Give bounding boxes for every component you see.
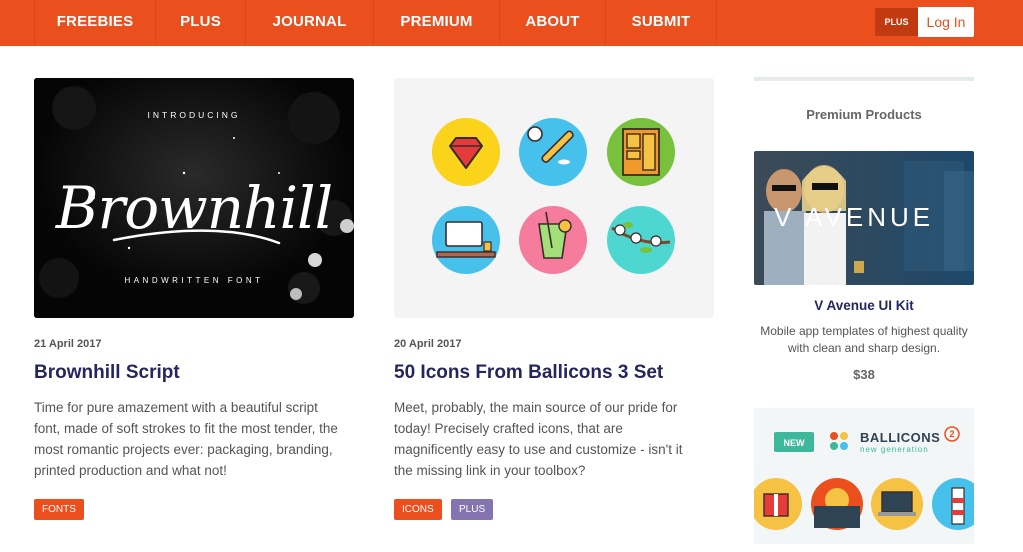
nav-premium[interactable]: PREMIUM [373,0,499,46]
post-date: 21 April 2017 [34,338,102,350]
v-avenue-artwork: V AVENUE [754,151,974,285]
laptop-icon [871,478,923,530]
post-title[interactable]: 50 Icons From Ballicons 3 Set [394,362,663,384]
computer-desk-icon [432,206,500,274]
nav-plus[interactable]: PLUS [155,0,245,46]
brownhill-artwork: INTRODUCING Brownhill HANDWRITTEN FONT [34,78,354,318]
sidebar-heading: Premium Products [806,107,922,122]
flower-branch-icon [607,206,675,274]
new-badge: NEW [784,438,806,448]
product-description: Mobile app templates of highest quality … [760,324,968,355]
nav-freebies[interactable]: FREEBIES [34,0,155,46]
post-description: Time for pure amazement with a beautiful… [34,400,338,478]
post-date: 20 April 2017 [394,338,462,350]
sidebar-divider [754,77,974,81]
brownhill-intro-text: INTRODUCING [148,110,241,120]
v-avenue-thumbnail[interactable]: V AVENUE [754,151,974,285]
brownhill-thumbnail[interactable]: INTRODUCING Brownhill HANDWRITTEN FONT [34,78,354,318]
v-avenue-logo-text: V AVENUE [774,202,934,232]
tag-plus[interactable]: PLUS [451,499,494,520]
login-button[interactable]: Log In [918,7,974,37]
baseball-icon [519,118,587,186]
nav-submit[interactable]: SUBMIT [605,0,717,46]
post-title[interactable]: Brownhill Script [34,362,180,384]
diamond-icon [432,118,500,186]
post-description: Meet, probably, the main source of our p… [394,400,683,478]
brownhill-subtitle-text: HANDWRITTEN FONT [124,276,263,285]
tag-fonts[interactable]: FONTS [34,499,84,520]
ballicons-brand-text: BALLICONS [860,430,940,445]
product-price: $38 [853,367,875,382]
sunset-city-icon [811,478,863,530]
ballicons-2-artwork: NEW BALLICONS new generation 2 [754,408,974,544]
brownhill-script-text: Brownhill [55,174,332,242]
plus-badge[interactable]: PLUS [875,8,918,36]
top-navbar: FREEBIES PLUS JOURNAL PREMIUM ABOUT SUBM… [0,0,1023,46]
tag-icons[interactable]: ICONS [394,499,442,520]
cabinet-icon [607,118,675,186]
ballicons-artwork [432,118,675,274]
ballicons-subtitle-text: new generation [860,445,929,454]
ballicons-number: 2 [949,429,954,439]
product-name[interactable]: V Avenue UI Kit [754,298,974,313]
cocktail-icon [519,206,587,274]
ballicons-thumbnail[interactable] [394,78,714,318]
nav-about[interactable]: ABOUT [499,0,605,46]
nav-journal[interactable]: JOURNAL [245,0,373,46]
ballicons-2-thumbnail[interactable]: NEW BALLICONS new generation 2 [754,408,974,544]
